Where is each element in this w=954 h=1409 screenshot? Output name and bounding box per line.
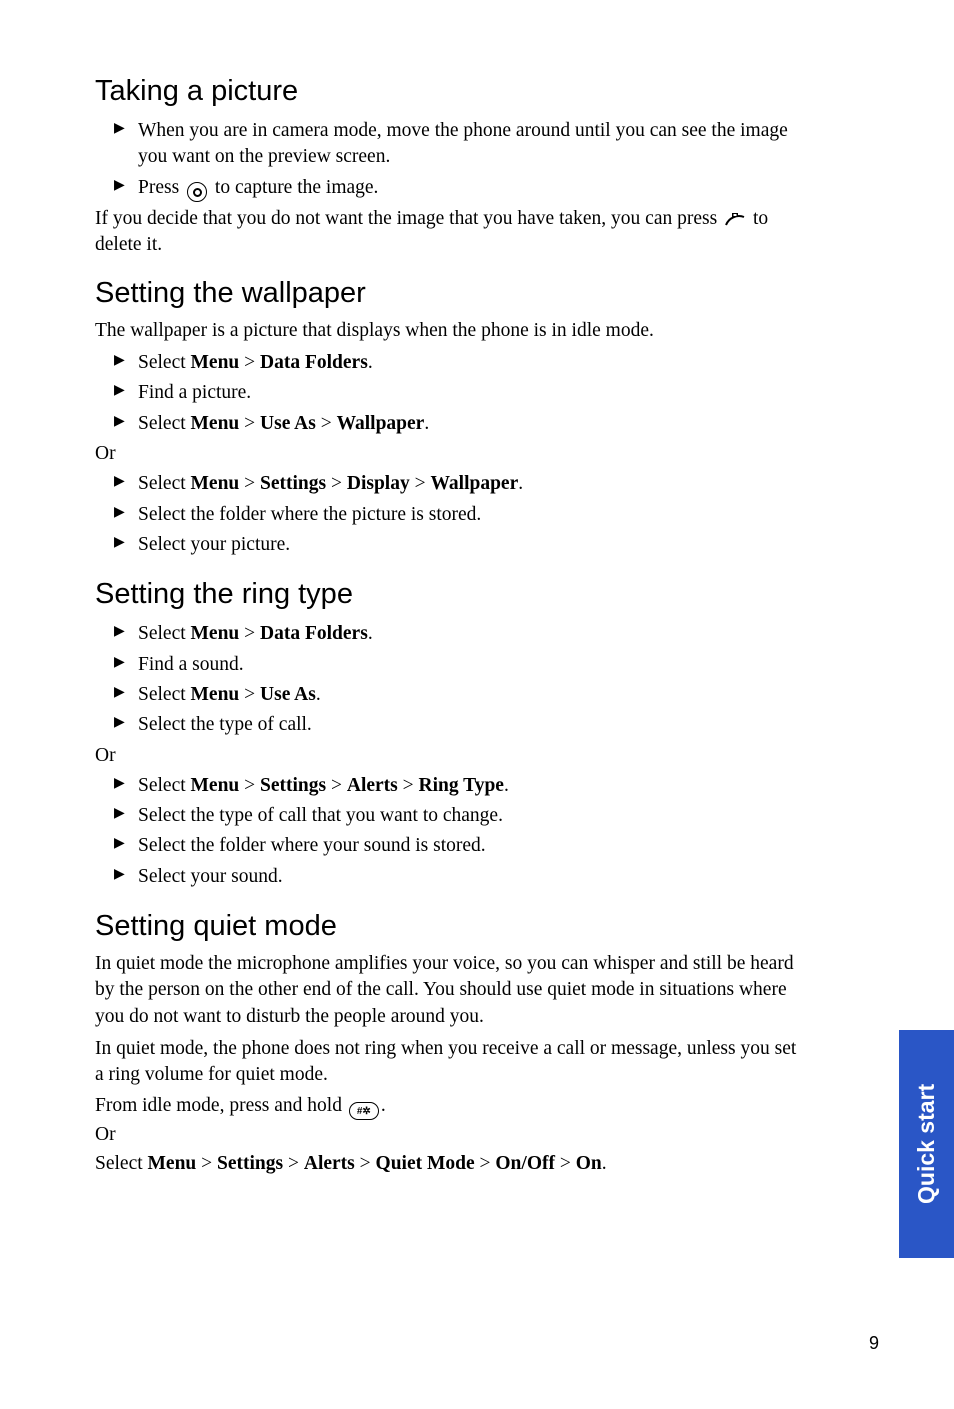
t: Wallpaper xyxy=(337,413,425,434)
t: Ring Type xyxy=(419,775,504,796)
t: On xyxy=(576,1153,602,1174)
step-item: Select Menu > Data Folders. xyxy=(120,348,805,378)
t: Display xyxy=(347,473,410,494)
heading-quiet: Setting quiet mode xyxy=(95,910,805,943)
or-text: Or xyxy=(95,441,805,467)
t: > xyxy=(326,473,347,494)
t: On/Off xyxy=(495,1153,555,1174)
step-item: Select Menu > Data Folders. xyxy=(120,619,805,649)
t: Menu xyxy=(191,413,240,434)
t: > xyxy=(239,623,260,644)
t: Select xyxy=(95,1153,148,1174)
step-item: Select the folder where the picture is s… xyxy=(120,500,805,530)
step-item: Select Menu > Settings > Alerts > Ring T… xyxy=(120,771,805,801)
heading-ringtype: Setting the ring type xyxy=(95,578,805,611)
t: > xyxy=(316,413,337,434)
step-text: to capture the image. xyxy=(215,177,379,198)
t: Menu xyxy=(191,684,240,705)
heading-wallpaper: Setting the wallpaper xyxy=(95,277,805,310)
side-tab-quick-start: Quick start xyxy=(899,1030,954,1258)
t: Settings xyxy=(260,473,326,494)
step-item: Find a sound. xyxy=(120,650,805,680)
t: Wallpaper xyxy=(430,473,518,494)
step-item: Find a picture. xyxy=(120,378,805,408)
t: Use As xyxy=(260,413,316,434)
t: > xyxy=(239,413,260,434)
t: > xyxy=(239,775,260,796)
quiet-p3: From idle mode, press and hold #✲. xyxy=(95,1093,805,1121)
t: Settings xyxy=(260,775,326,796)
t: Use As xyxy=(260,684,316,705)
t: . xyxy=(381,1095,386,1116)
quiet-p4: Select Menu > Settings > Alerts > Quiet … xyxy=(95,1151,805,1177)
t: > xyxy=(355,1153,376,1174)
t: > xyxy=(398,775,419,796)
quiet-p1: In quiet mode the microphone amplifies y… xyxy=(95,951,805,1030)
heading-taking-picture: Taking a picture xyxy=(95,75,805,108)
t: Select xyxy=(138,352,191,373)
t: From idle mode, press and hold xyxy=(95,1095,347,1116)
t: > xyxy=(326,775,347,796)
t: Select xyxy=(138,684,191,705)
t: Menu xyxy=(148,1153,197,1174)
t: Select xyxy=(138,413,191,434)
t: Menu xyxy=(191,473,240,494)
t: Data Folders xyxy=(260,352,368,373)
t: . xyxy=(368,352,373,373)
t: Alerts xyxy=(304,1153,355,1174)
or-text: Or xyxy=(95,1122,805,1148)
page-content: Taking a picture When you are in camera … xyxy=(0,0,880,1177)
t: Data Folders xyxy=(260,623,368,644)
hash-key-icon: #✲ xyxy=(349,1102,379,1120)
quiet-p2: In quiet mode, the phone does not ring w… xyxy=(95,1036,805,1089)
t: > xyxy=(410,473,431,494)
step-item: Select the type of call that you want to… xyxy=(120,801,805,831)
steps-ring-a: Select Menu > Data Folders. Find a sound… xyxy=(95,619,805,740)
t: Menu xyxy=(191,352,240,373)
step-text: Press xyxy=(138,177,184,198)
t: > xyxy=(239,684,260,705)
t: Select xyxy=(138,623,191,644)
page-number: 9 xyxy=(869,1333,879,1354)
intro-wallpaper: The wallpaper is a picture that displays… xyxy=(95,318,805,344)
or-text: Or xyxy=(95,743,805,769)
t: . xyxy=(368,623,373,644)
t: Select xyxy=(138,775,191,796)
step-item: Select the folder where your sound is st… xyxy=(120,831,805,861)
t: Quiet Mode xyxy=(376,1153,475,1174)
t: > xyxy=(239,352,260,373)
step-item: Select Menu > Settings > Display > Wallp… xyxy=(120,469,805,499)
steps-taking-picture: When you are in camera mode, move the ph… xyxy=(95,116,805,204)
t: > xyxy=(475,1153,496,1174)
note-text: If you decide that you do not want the i… xyxy=(95,206,805,259)
t: . xyxy=(504,775,509,796)
step-item: Select your sound. xyxy=(120,862,805,892)
step-item: Select the type of call. xyxy=(120,710,805,740)
t: . xyxy=(602,1153,607,1174)
t: Menu xyxy=(191,623,240,644)
step-item: Select your picture. xyxy=(120,530,805,560)
steps-ring-b: Select Menu > Settings > Alerts > Ring T… xyxy=(95,771,805,892)
right-softkey-icon xyxy=(724,209,746,227)
t: > xyxy=(196,1153,217,1174)
t: . xyxy=(518,473,523,494)
t: . xyxy=(424,413,429,434)
t: > xyxy=(555,1153,576,1174)
note-pre: If you decide that you do not want the i… xyxy=(95,208,722,229)
step-item: Select Menu > Use As > Wallpaper. xyxy=(120,409,805,439)
t: Select xyxy=(138,473,191,494)
steps-wallpaper-b: Select Menu > Settings > Display > Wallp… xyxy=(95,469,805,560)
step-item: Press to capture the image. xyxy=(120,173,805,205)
steps-wallpaper-a: Select Menu > Data Folders. Find a pictu… xyxy=(95,348,805,439)
t: > xyxy=(283,1153,304,1174)
t: Menu xyxy=(191,775,240,796)
step-item: Select Menu > Use As. xyxy=(120,680,805,710)
t: > xyxy=(239,473,260,494)
capture-button-icon xyxy=(187,182,207,202)
step-item: When you are in camera mode, move the ph… xyxy=(120,116,805,173)
t: . xyxy=(316,684,321,705)
t: Settings xyxy=(217,1153,283,1174)
t: Alerts xyxy=(347,775,398,796)
